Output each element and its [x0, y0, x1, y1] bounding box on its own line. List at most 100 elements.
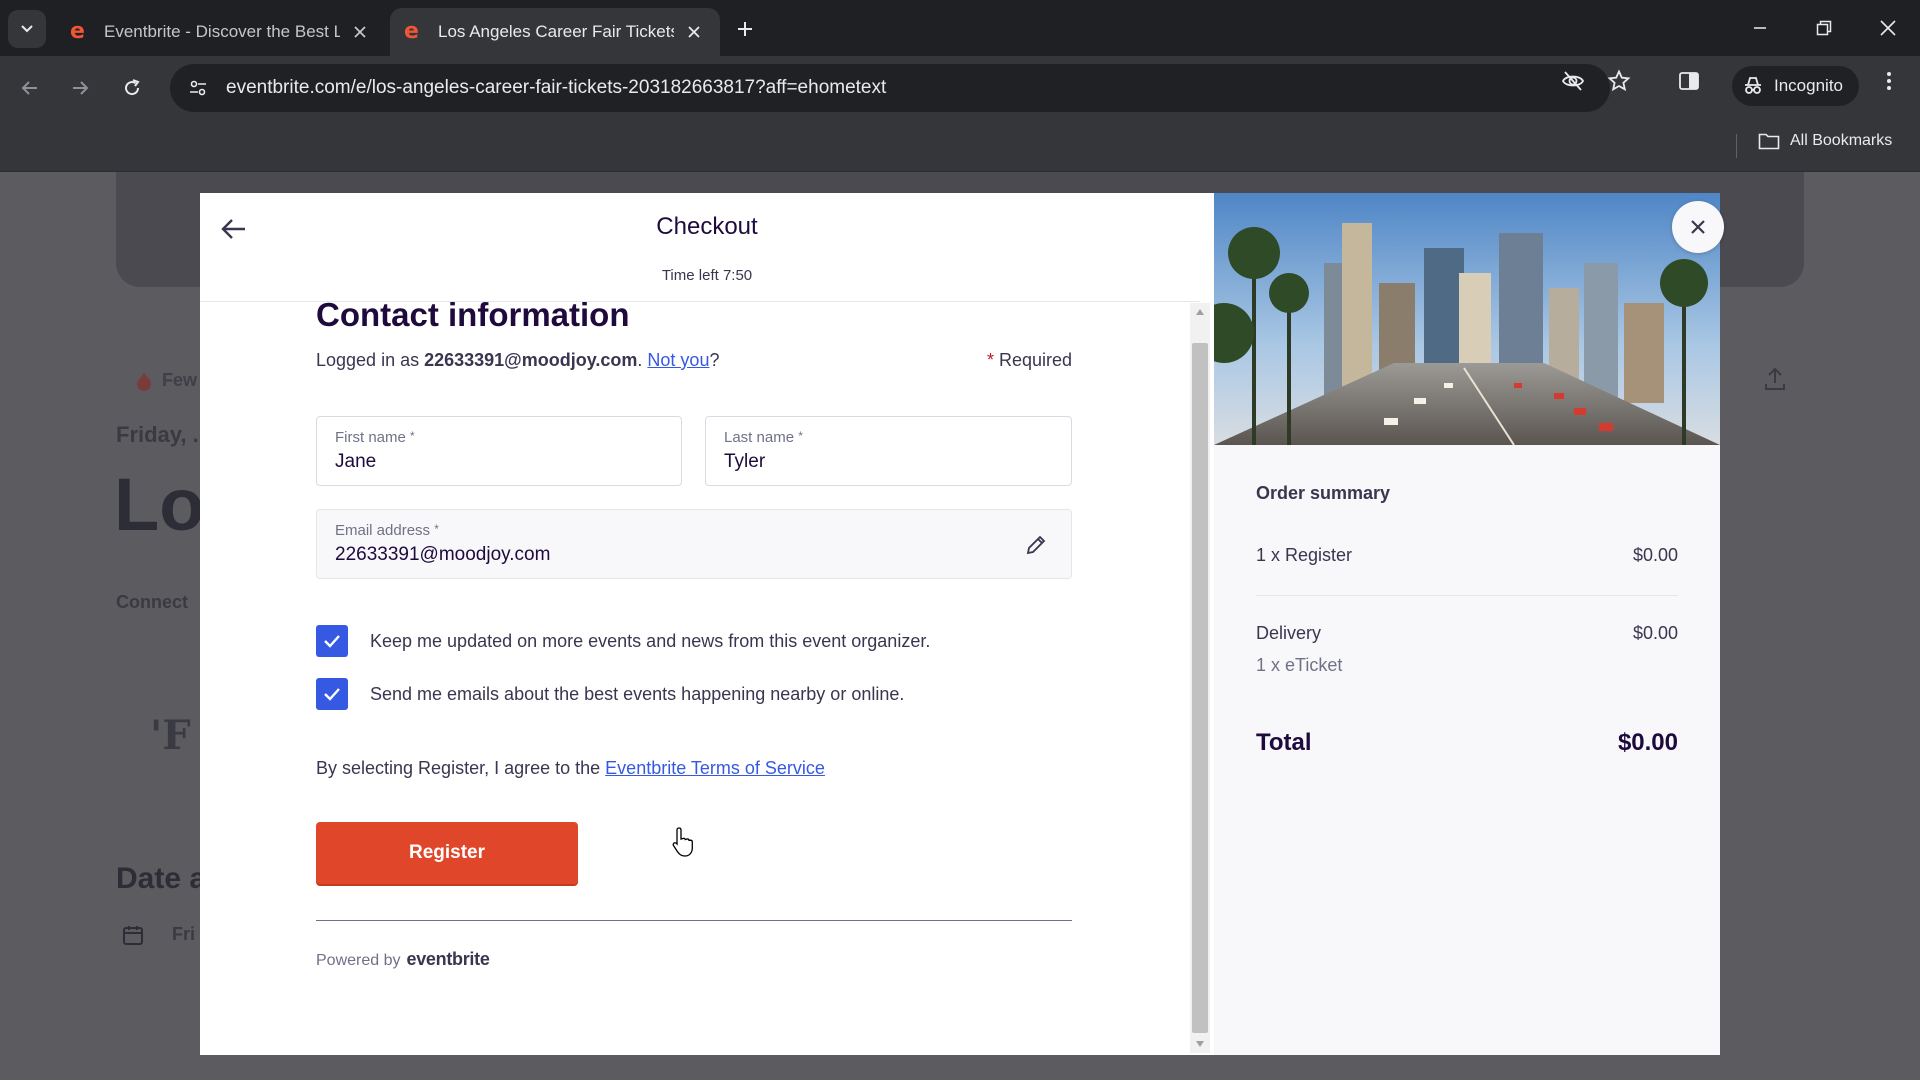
powered-by: Powered by eventbrite — [316, 949, 490, 969]
star-icon — [1607, 69, 1631, 92]
best-events-checkbox[interactable] — [316, 678, 348, 710]
close-modal-button[interactable] — [1672, 201, 1724, 253]
register-button[interactable]: Register — [316, 822, 578, 884]
email-value: 22633391@moodjoy.com — [335, 544, 551, 565]
kebab-menu-icon — [1887, 72, 1891, 90]
eventbrite-favicon: e — [70, 19, 85, 44]
scroll-up-arrow[interactable] — [1194, 307, 1206, 317]
incognito-label: Incognito — [1774, 76, 1843, 95]
close-window-button[interactable] — [1868, 10, 1908, 46]
reload-icon — [125, 79, 140, 96]
keep-updated-checkbox-row[interactable]: Keep me updated on more events and news … — [316, 625, 930, 657]
forward-arrow-icon — [73, 81, 89, 95]
reload-button[interactable] — [114, 70, 150, 106]
line-item-row: 1 x Register $0.00 — [1256, 545, 1678, 566]
upload-icon — [1762, 366, 1788, 397]
delivery-label: Delivery — [1256, 623, 1322, 643]
site-settings-icon[interactable] — [184, 74, 212, 102]
contact-information-heading: Contact information — [316, 296, 630, 333]
terms-of-service-link[interactable]: Eventbrite Terms of Service — [605, 758, 825, 778]
minimize-icon — [1754, 27, 1766, 29]
few-tickets-badge: Few — [136, 370, 197, 391]
total-label: Total — [1256, 729, 1312, 756]
last-name-field[interactable]: Last name * Tyler — [705, 416, 1072, 486]
eye-off-icon[interactable] — [1560, 68, 1586, 94]
first-name-field[interactable]: First name * Jane — [316, 416, 682, 486]
terms-text: By selecting Register, I agree to the Ev… — [316, 758, 825, 778]
delivery-row: Delivery $0.00 — [1256, 623, 1678, 644]
tab-close-button[interactable] — [682, 20, 706, 44]
checkout-modal: Checkout Time left 7:50 Contact informat… — [200, 193, 1724, 1055]
bookmarks-bar: All Bookmarks — [0, 120, 1920, 172]
first-name-label: First name * — [335, 429, 415, 446]
delivery-detail: 1 x eTicket — [1256, 655, 1343, 675]
eventbrite-favicon: e — [404, 19, 419, 44]
keep-updated-label: Keep me updated on more events and news … — [370, 630, 931, 651]
summary-divider — [1256, 595, 1678, 596]
order-summary-title: Order summary — [1256, 483, 1391, 503]
event-date-text: Friday, . — [116, 422, 199, 447]
email-field: Email address * 22633391@moodjoy.com — [316, 509, 1072, 579]
close-icon — [354, 26, 366, 38]
bookmark-star-button[interactable] — [1606, 68, 1632, 94]
browser-menu-button[interactable] — [1876, 68, 1902, 94]
first-name-value: Jane — [335, 451, 377, 472]
checkout-form-pane: Checkout Time left 7:50 Contact informat… — [200, 193, 1214, 1055]
scroll-down-arrow[interactable] — [1194, 1039, 1206, 1049]
checkout-timer: Time left 7:50 — [661, 267, 753, 284]
date-detail-fragment: Fri — [172, 924, 196, 944]
all-bookmarks-label: All Bookmarks — [1790, 132, 1893, 149]
back-arrow-icon — [21, 81, 37, 95]
edit-email-button[interactable] — [1023, 532, 1049, 558]
organizer-logo: 'F — [150, 712, 191, 759]
check-icon — [324, 688, 340, 701]
folder-icon — [1758, 133, 1780, 150]
url-text: eventbrite.com/e/los-angeles-career-fair… — [226, 77, 887, 98]
delivery-price: $0.00 — [1632, 623, 1678, 643]
close-icon — [1880, 20, 1896, 36]
address-bar[interactable]: eventbrite.com/e/los-angeles-career-fair… — [170, 64, 1610, 112]
forward-button[interactable] — [62, 70, 98, 106]
pencil-icon — [1026, 535, 1046, 555]
close-icon — [1691, 220, 1705, 234]
new-tab-button[interactable] — [730, 14, 760, 44]
close-icon — [688, 26, 700, 38]
side-panel-button[interactable] — [1676, 68, 1702, 94]
best-events-label: Send me emails about the best events hap… — [370, 683, 905, 704]
not-you-link[interactable]: Not you — [647, 350, 709, 370]
back-button[interactable] — [12, 70, 48, 106]
date-section-heading: Date a — [116, 862, 207, 895]
order-summary-pane: Order summary 1 x Register $0.00 Deliver… — [1214, 193, 1724, 1055]
scrollbar-thumb[interactable] — [1192, 343, 1208, 1033]
eventbrite-logo: eventbrite — [406, 949, 490, 969]
total-price: $0.00 — [1617, 729, 1678, 756]
required-note: * Required — [986, 350, 1072, 370]
tab-title: Los Angeles Career Fair Tickets, — [438, 22, 674, 41]
restore-button[interactable] — [1804, 10, 1844, 46]
flame-icon — [137, 371, 151, 391]
pointer-cursor-icon — [671, 826, 695, 863]
logged-in-text: Logged in as 22633391@moodjoy.com. Not y… — [316, 350, 720, 370]
minimize-button[interactable] — [1740, 10, 1780, 46]
tab-close-button[interactable] — [348, 20, 372, 44]
line-item-label: 1 x Register — [1256, 545, 1353, 565]
keep-updated-checkbox[interactable] — [316, 625, 348, 657]
tab-search-button[interactable] — [8, 10, 46, 48]
last-name-label: Last name * — [724, 429, 803, 446]
tab-los-angeles-career-fair[interactable]: e Los Angeles Career Fair Tickets, — [390, 8, 720, 56]
tab-eventbrite-home[interactable]: e Eventbrite - Discover the Best L — [56, 8, 386, 56]
checkout-title: Checkout — [656, 213, 758, 240]
incognito-indicator[interactable]: Incognito — [1732, 66, 1859, 106]
tab-title: Eventbrite - Discover the Best L — [104, 22, 340, 41]
browser-toolbar: eventbrite.com/e/los-angeles-career-fair… — [0, 56, 1920, 120]
incognito-icon — [1745, 77, 1761, 94]
footer-divider — [316, 920, 1072, 921]
all-bookmarks-button[interactable]: All Bookmarks — [1758, 132, 1892, 150]
chevron-down-icon — [21, 25, 33, 33]
email-label: Email address * — [335, 522, 439, 539]
restore-icon — [1816, 20, 1832, 36]
check-icon — [324, 635, 340, 648]
side-panel-icon — [1679, 72, 1699, 90]
best-events-checkbox-row[interactable]: Send me emails about the best events hap… — [316, 678, 904, 710]
browser-tab-bar: e Eventbrite - Discover the Best L e Los… — [0, 0, 1920, 56]
